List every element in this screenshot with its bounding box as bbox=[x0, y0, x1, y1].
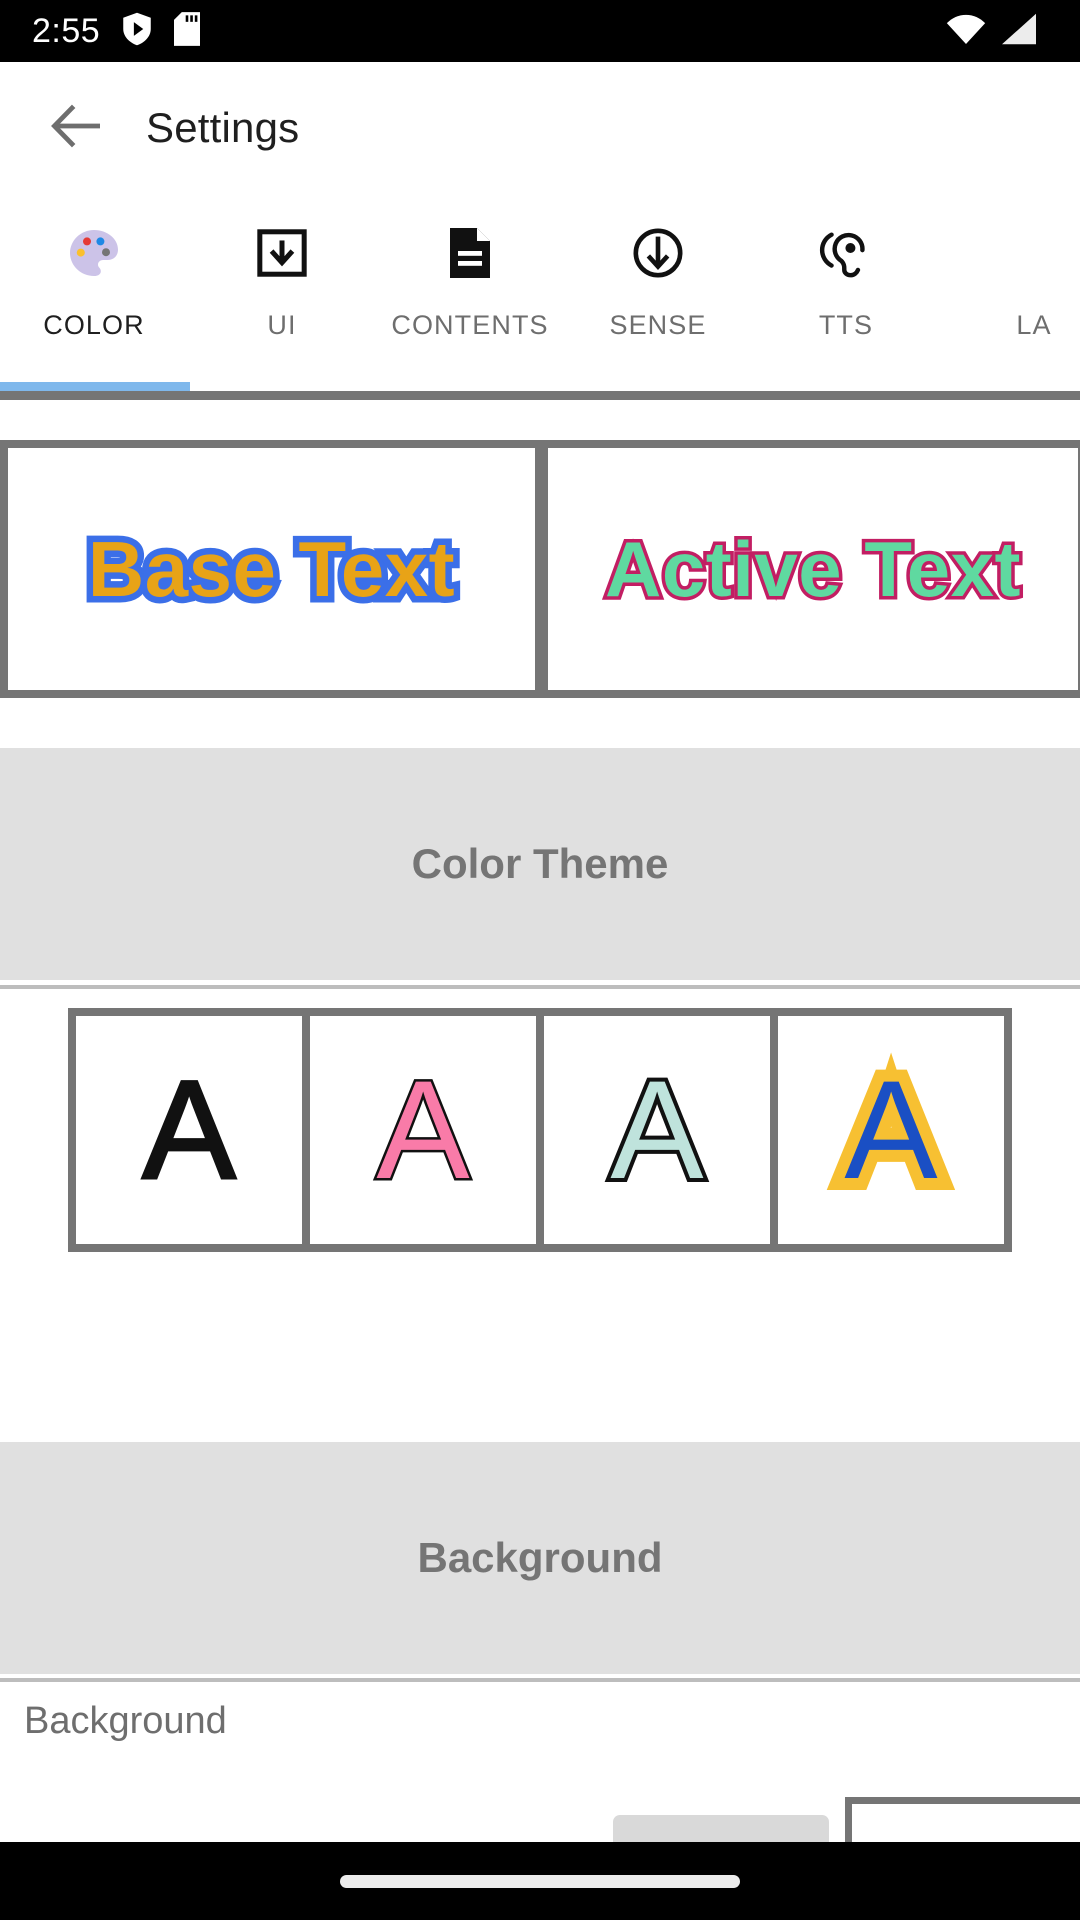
background-divider bbox=[0, 1678, 1080, 1682]
back-arrow-icon bbox=[50, 104, 102, 153]
base-text-preview[interactable]: Base Text bbox=[8, 448, 535, 690]
theme-swatch-mint[interactable]: A bbox=[544, 1016, 770, 1244]
background-title: Background bbox=[417, 1534, 663, 1581]
settings-screen: 2:55 Settings COLOR UI CONTENTS SENSE TT… bbox=[0, 0, 1080, 1920]
tab-label-color: COLOR bbox=[43, 310, 145, 340]
color-theme-title: Color Theme bbox=[411, 840, 669, 887]
page-title: Settings bbox=[146, 104, 300, 151]
color-theme-section-header: Color Theme bbox=[0, 748, 1080, 980]
tab-label-sense: SENSE bbox=[609, 310, 707, 340]
tab-contents[interactable]: CONTENTS bbox=[376, 200, 564, 390]
tab-language[interactable]: LA bbox=[940, 200, 1080, 390]
theme-swatch-letter: A bbox=[832, 1048, 949, 1212]
status-clock: 2:55 bbox=[32, 12, 101, 50]
cell-signal-icon bbox=[1000, 12, 1038, 51]
system-nav-bar bbox=[0, 1842, 1080, 1920]
text-preview-row: Base Text Active Text bbox=[0, 440, 1080, 698]
status-bar-right bbox=[946, 12, 1080, 51]
theme-swatch-letter: A bbox=[606, 1051, 707, 1208]
theme-swatch-pink[interactable]: A bbox=[310, 1016, 536, 1244]
theme-swatch-amber-blue[interactable]: A bbox=[778, 1016, 1004, 1244]
palette-icon bbox=[66, 222, 122, 284]
tab-list: COLOR UI CONTENTS SENSE TTS LA bbox=[0, 200, 1080, 390]
theme-swatch-black[interactable]: A bbox=[76, 1016, 302, 1244]
tab-label-tts: TTS bbox=[818, 310, 874, 340]
tab-tts[interactable]: TTS bbox=[752, 200, 940, 390]
download-box-icon bbox=[255, 222, 309, 284]
background-section-header: Background bbox=[0, 1442, 1080, 1674]
tab-ui[interactable]: UI bbox=[188, 200, 376, 390]
back-button[interactable] bbox=[28, 80, 124, 176]
tab-sense[interactable]: SENSE bbox=[564, 200, 752, 390]
home-pill[interactable] bbox=[340, 1874, 740, 1888]
active-text-sample: Active Text bbox=[602, 525, 1024, 613]
circle-arrow-down-icon bbox=[631, 222, 685, 284]
color-theme-swatch-row[interactable]: A A A A bbox=[68, 1008, 1012, 1252]
tab-label-ui: UI bbox=[267, 310, 297, 340]
tab-indicator bbox=[0, 382, 190, 391]
status-bar: 2:55 bbox=[0, 0, 1080, 62]
status-bar-left: 2:55 bbox=[0, 11, 201, 51]
tab-color[interactable]: COLOR bbox=[0, 200, 188, 390]
wifi-icon bbox=[946, 12, 986, 51]
tab-bar-rule bbox=[0, 391, 1080, 400]
app-bar: Settings bbox=[0, 62, 1080, 194]
hearing-ear-icon bbox=[819, 222, 873, 284]
shield-play-icon bbox=[122, 12, 152, 51]
document-icon bbox=[445, 222, 495, 284]
tab-label-contents: CONTENTS bbox=[391, 310, 549, 340]
base-text-sample: Base Text bbox=[81, 524, 461, 615]
theme-swatch-letter: A bbox=[141, 1051, 237, 1208]
tab-label-language: LA bbox=[1016, 310, 1052, 340]
sd-card-icon bbox=[174, 11, 201, 51]
tab-bar[interactable]: COLOR UI CONTENTS SENSE TTS LA bbox=[0, 200, 1080, 432]
background-row-label: Background bbox=[24, 1700, 227, 1742]
color-theme-divider bbox=[0, 985, 1080, 989]
active-text-preview[interactable]: Active Text bbox=[548, 448, 1078, 690]
theme-swatch-letter: A bbox=[374, 1051, 472, 1208]
